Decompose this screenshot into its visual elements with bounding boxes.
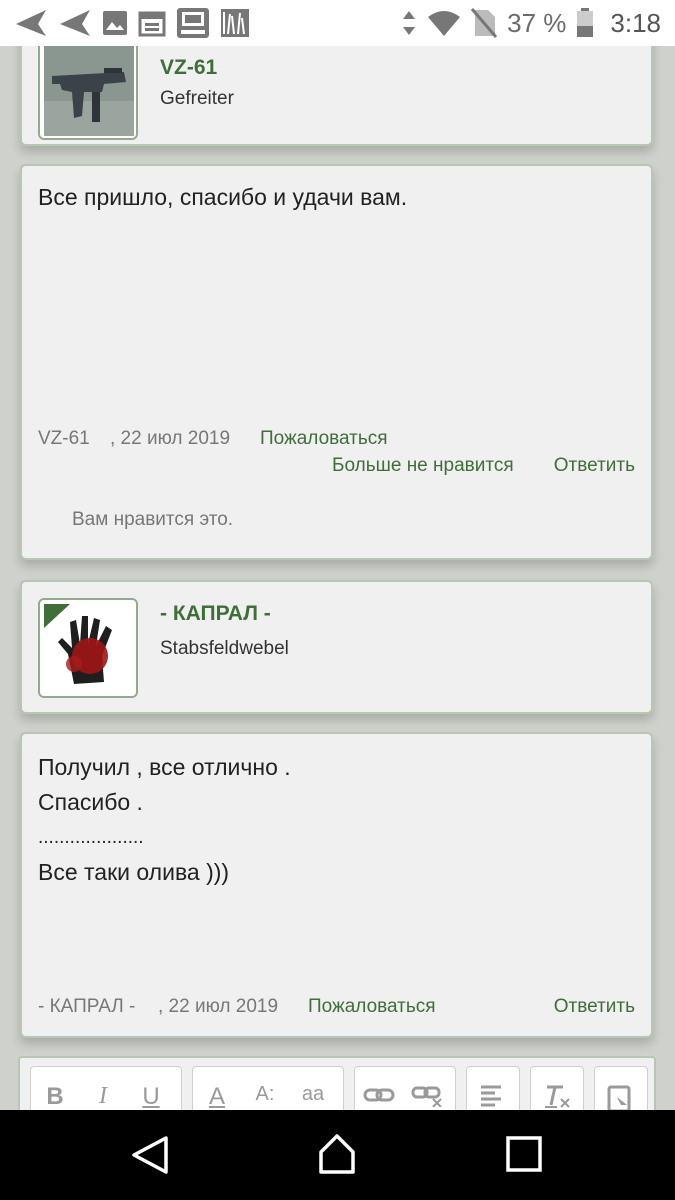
post-line: .................... bbox=[38, 827, 144, 848]
post-date: , 22 июл 2019 bbox=[110, 428, 231, 449]
text-color-button[interactable]: A bbox=[193, 1083, 241, 1111]
post-text: Все пришло, спасибо и удачи вам. bbox=[38, 180, 407, 215]
author-card: VZ-61 Gefreiter bbox=[20, 46, 653, 146]
calendar-icon bbox=[138, 11, 166, 37]
post-text: Получил , все отлично . Спасибо . ......… bbox=[38, 750, 291, 890]
author-rank: Stabsfeldwebel bbox=[160, 638, 289, 659]
report-link[interactable]: Пожаловаться bbox=[308, 996, 436, 1018]
battery-icon bbox=[577, 8, 594, 37]
post-line: Спасибо . bbox=[38, 789, 143, 815]
link-icon[interactable] bbox=[355, 1083, 403, 1107]
post-line: Получил , все отлично . bbox=[38, 754, 291, 780]
author-rank: Gefreiter bbox=[160, 88, 234, 109]
image-icon bbox=[103, 11, 127, 35]
post-author-link[interactable]: VZ-61 bbox=[38, 428, 90, 450]
send-icon bbox=[16, 10, 46, 36]
vibrate-icon bbox=[403, 11, 416, 35]
radio-icon bbox=[177, 8, 209, 38]
chart-icon bbox=[221, 9, 249, 37]
post-line: Все пришло, спасибо и удачи вам. bbox=[38, 184, 408, 210]
paste-icon[interactable] bbox=[595, 1083, 643, 1111]
battery-percent: 37 % bbox=[507, 7, 567, 38]
status-bar: 37 % 3:18 bbox=[0, 0, 675, 46]
recent-apps-icon[interactable] bbox=[495, 1132, 555, 1178]
unlike-link[interactable]: Больше не нравится bbox=[332, 455, 514, 477]
italic-button[interactable]: I bbox=[79, 1083, 127, 1110]
likes-note: Вам нравится это. bbox=[72, 509, 234, 530]
post-date: , 22 июл 2019 bbox=[158, 996, 279, 1017]
topic-content[interactable]: VZ-61 Gefreiter Все пришло, спасибо и уд… bbox=[0, 46, 675, 1110]
font-size-button[interactable]: A: bbox=[241, 1083, 289, 1106]
send-icon bbox=[60, 10, 90, 36]
reply-link[interactable]: Ответить bbox=[554, 996, 635, 1018]
avatar[interactable] bbox=[38, 598, 138, 698]
clear-format-icon[interactable] bbox=[531, 1083, 579, 1109]
author-name[interactable]: VZ-61 bbox=[160, 56, 217, 80]
avatar-gun-image bbox=[44, 46, 134, 136]
home-icon[interactable] bbox=[307, 1132, 367, 1178]
post-card: Все пришло, спасибо и удачи вам. VZ-61 ,… bbox=[20, 164, 653, 560]
post-card: Получил , все отлично . Спасибо . ......… bbox=[20, 732, 653, 1038]
unlink-icon[interactable] bbox=[403, 1083, 451, 1107]
wifi-icon bbox=[428, 11, 461, 36]
navigation-bar bbox=[0, 1110, 675, 1200]
avatar[interactable] bbox=[38, 46, 138, 140]
font-family-button[interactable]: aa bbox=[289, 1083, 337, 1106]
underline-button[interactable]: U bbox=[127, 1083, 175, 1111]
bold-button[interactable]: B bbox=[31, 1083, 79, 1111]
author-name[interactable]: - КАПРАЛ - bbox=[160, 602, 271, 626]
author-card: - КАПРАЛ - Stabsfeldwebel bbox=[20, 580, 653, 714]
avatar-hand-image bbox=[44, 604, 134, 694]
clock: 3:18 bbox=[610, 7, 661, 38]
no-sim-icon bbox=[471, 8, 498, 38]
back-icon[interactable] bbox=[120, 1132, 180, 1178]
post-author-link[interactable]: - КАПРАЛ - bbox=[38, 996, 135, 1018]
report-link[interactable]: Пожаловаться bbox=[260, 428, 388, 450]
align-left-icon[interactable] bbox=[467, 1083, 515, 1107]
post-line: Все таки олива ))) bbox=[38, 859, 230, 885]
reply-link[interactable]: Ответить bbox=[554, 455, 635, 477]
